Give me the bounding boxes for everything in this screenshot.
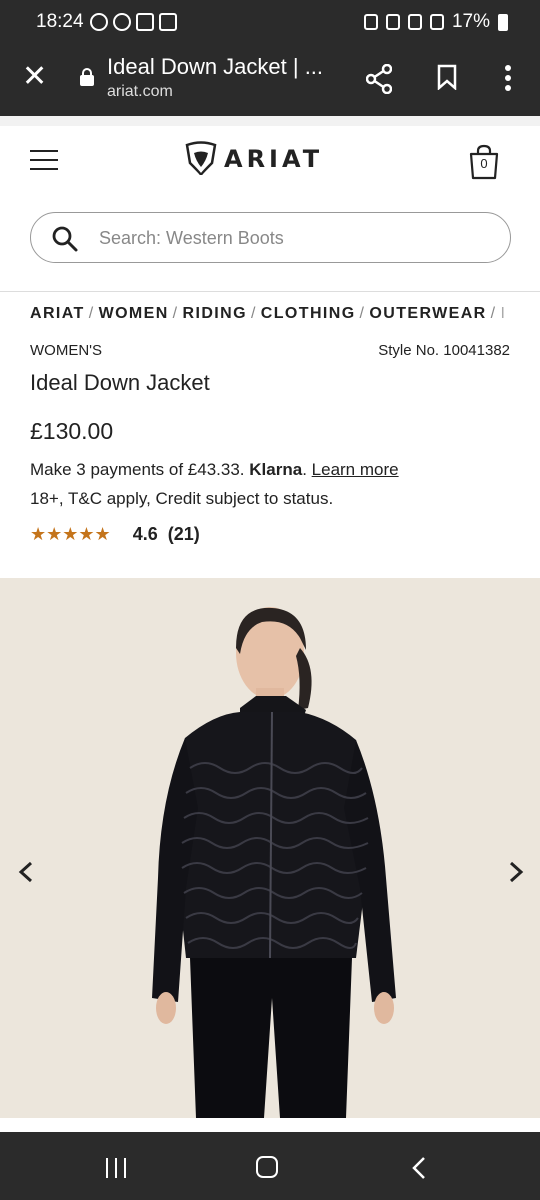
status-time: 18:24 — [36, 11, 84, 32]
whatsapp-icon — [90, 13, 108, 31]
credit-terms: 18+, T&C apply, Credit subject to status… — [30, 489, 334, 508]
page-title[interactable]: Ideal Down Jacket | ... — [107, 54, 323, 80]
klarna-brand: Klarna — [249, 460, 303, 479]
battery-icon — [498, 13, 508, 31]
search-input[interactable] — [99, 223, 479, 253]
breadcrumb-separator: / — [250, 305, 257, 322]
recent-apps-icon[interactable] — [106, 1158, 128, 1178]
status-right: 17% — [363, 11, 508, 33]
breadcrumb-separator: / — [172, 305, 179, 322]
rating-stars: ★★★★★ — [30, 524, 111, 544]
breadcrumb-item-outerwear[interactable]: OUTERWEAR — [369, 305, 486, 322]
battery-percent: 17% — [451, 11, 490, 32]
previous-image-arrow[interactable] — [16, 860, 36, 884]
style-number: Style No. 10041382 — [378, 342, 510, 359]
breadcrumb: ARIAT / WOMEN / RIDING / CLOTHING / OUTERWEAR / I — [30, 305, 540, 323]
breadcrumb-item-truncated[interactable]: I — [500, 305, 506, 322]
menu-icon[interactable] — [30, 150, 58, 172]
home-icon[interactable] — [256, 1156, 278, 1178]
klarna-message: Make 3 payments of £43.33. Klarna. Learn… — [30, 460, 399, 480]
emoji-icon — [113, 13, 131, 31]
product-category: WOMEN'S — [30, 342, 103, 359]
search-bar[interactable] — [30, 212, 511, 263]
system-navigation-bar — [0, 1132, 540, 1200]
browser-toolbar: ✕ Ideal Down Jacket | ... ariat.com — [0, 44, 540, 116]
shopping-bag-button[interactable]: 0 — [469, 144, 499, 180]
gallery-icon — [159, 13, 177, 31]
review-count[interactable]: (21) — [168, 524, 200, 545]
breadcrumb-item-ariat[interactable]: ARIAT — [30, 305, 85, 322]
product-rating[interactable]: ★★★★★ 4.6 (21) — [30, 524, 200, 545]
breadcrumb-separator: / — [490, 305, 497, 322]
product-price: £130.00 — [30, 418, 114, 444]
breadcrumb-item-riding[interactable]: RIDING — [183, 305, 247, 322]
wifi-icon — [407, 14, 422, 30]
instagram-icon — [136, 13, 154, 31]
breadcrumb-item-women[interactable]: WOMEN — [99, 305, 169, 322]
search-icon[interactable] — [51, 225, 79, 253]
page-domain[interactable]: ariat.com — [107, 83, 173, 101]
status-bar: 18:24 17% — [0, 0, 540, 44]
learn-more-link[interactable]: Learn more — [312, 460, 399, 479]
breadcrumb-item-clothing[interactable]: CLOTHING — [261, 305, 356, 322]
share-icon[interactable] — [366, 64, 392, 94]
bookmark-icon[interactable] — [437, 64, 457, 90]
signal-icon — [429, 14, 444, 30]
notification-icons — [90, 13, 177, 31]
rating-value: 4.6 — [132, 524, 158, 544]
klarna-dot: . — [302, 460, 307, 479]
ariat-logo[interactable]: ARIAT — [184, 141, 323, 177]
lock-icon[interactable] — [80, 68, 94, 86]
close-icon[interactable]: ✕ — [22, 62, 47, 92]
breadcrumb-separator: / — [359, 305, 366, 322]
product-photo — [152, 607, 396, 1118]
logo-text: ARIAT — [224, 145, 324, 173]
product-title: Ideal Down Jacket — [30, 370, 210, 395]
toolbar-divider — [0, 116, 540, 126]
back-icon[interactable] — [412, 1156, 426, 1180]
alarm-icon — [385, 14, 400, 30]
content-bottom — [0, 1118, 540, 1132]
klarna-payment-text: Make 3 payments of £43.33. — [30, 460, 245, 479]
breadcrumb-separator: / — [88, 305, 95, 322]
product-image-gallery[interactable] — [0, 578, 540, 1118]
next-image-arrow[interactable] — [506, 860, 526, 884]
more-options-icon[interactable] — [498, 63, 518, 93]
lock-screen-icon — [363, 14, 378, 30]
bag-count: 0 — [480, 156, 488, 171]
ariat-shield-icon — [185, 141, 217, 176]
